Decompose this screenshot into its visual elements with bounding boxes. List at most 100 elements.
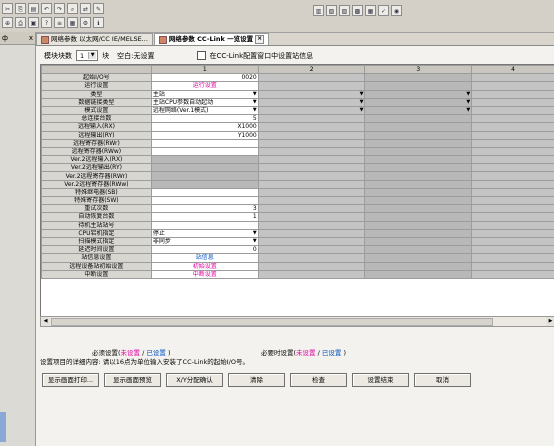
station-1-cell[interactable]: Y1000: [150, 130, 259, 140]
pin-icon[interactable]: ф: [2, 34, 8, 42]
station-info-checkbox[interactable]: [196, 51, 206, 60]
station-1-cell[interactable]: 远程网络(Ver.1模式) ▼: [150, 105, 259, 116]
station-1-cell[interactable]: [150, 220, 259, 230]
station-1-cell[interactable]: 运行设置: [150, 81, 259, 91]
undo-icon[interactable]: ↶: [41, 3, 52, 14]
cut-icon[interactable]: ✂: [2, 3, 13, 14]
station-1-cell[interactable]: 0: [150, 245, 259, 255]
check-icon[interactable]: ✓: [378, 5, 389, 16]
paste-icon[interactable]: ▤: [28, 3, 39, 14]
check-button[interactable]: 检查: [290, 373, 347, 387]
close-tab-icon[interactable]: ×: [255, 35, 265, 44]
zoom-icon[interactable]: ⊕: [2, 17, 13, 28]
table-row: 中断设置 中断设置: [41, 269, 554, 279]
scroll-right-icon[interactable]: ▶: [546, 317, 554, 326]
grid-icon[interactable]: ▦: [67, 17, 78, 28]
chevron-down-icon: ▼: [252, 238, 257, 245]
save-icon[interactable]: ▣: [28, 17, 39, 28]
station-1-cell[interactable]: [150, 187, 259, 198]
scroll-left-icon[interactable]: ◀: [41, 317, 50, 326]
clear-button[interactable]: 清除: [228, 373, 285, 387]
cell-dropdown[interactable]: 主站 ▼: [153, 91, 257, 97]
station-4-cell: [471, 261, 554, 271]
row-label: Ver.2远程输出(RY): [41, 163, 152, 173]
tab-cc-link-params[interactable]: 网络参数 CC-Link 一览设置 ×: [153, 33, 270, 45]
table-row: 待机主站站号: [41, 220, 554, 230]
column-header: 3: [364, 65, 473, 75]
station-1-cell[interactable]: 非同步 ▼: [150, 236, 259, 247]
station-1-cell[interactable]: 初始设置: [150, 261, 259, 271]
station-2-cell: [257, 253, 366, 263]
station-2-cell: ▼: [257, 97, 366, 107]
station-3-cell: [364, 253, 473, 263]
list-icon[interactable]: ≡: [54, 17, 65, 28]
tab-ethernet-params[interactable]: 网络参数 以太网/CC IE/MELSE...: [36, 33, 153, 45]
settings-done-button[interactable]: 设置结束: [352, 373, 409, 387]
station-1-cell[interactable]: 停止 ▼: [150, 228, 259, 238]
replace-icon[interactable]: ⇄: [80, 3, 91, 14]
station-1-cell[interactable]: X1000: [150, 122, 259, 132]
cell-dropdown[interactable]: ▼: [260, 107, 364, 113]
row-label: 远程输出(RY): [41, 130, 152, 140]
cell-dropdown[interactable]: 远程网络(Ver.1模式) ▼: [153, 107, 257, 113]
module-count-select[interactable]: 1 ▼: [76, 50, 99, 61]
table-row: Ver.2远程输出(RY): [41, 163, 554, 173]
table-row: 延迟时间设置 0: [41, 245, 554, 255]
ladder-icon[interactable]: ▥: [313, 5, 324, 16]
preview-screen-button[interactable]: 显示画面预览: [104, 373, 161, 387]
station-4-cell: [471, 155, 554, 165]
print-icon[interactable]: ⎙: [15, 17, 26, 28]
table-row: 站信息设置 站信息: [41, 253, 554, 263]
chevron-down-icon: ▼: [466, 98, 471, 105]
station-3-cell: [364, 269, 473, 279]
row-label: 特殊继电器(SB): [41, 187, 152, 198]
station-1-cell[interactable]: [150, 195, 259, 206]
cancel-button[interactable]: 取消: [414, 373, 471, 387]
table-row: 总连接台数 5: [41, 114, 554, 124]
help-icon[interactable]: ?: [41, 17, 52, 28]
cell-dropdown[interactable]: ▼: [366, 91, 470, 97]
station-1-cell[interactable]: 5: [150, 114, 259, 124]
chevron-down-icon: ▼: [252, 229, 257, 236]
device-icon[interactable]: ▨: [339, 5, 350, 16]
close-icon[interactable]: x: [29, 34, 33, 42]
row-label: 自动恢复台数: [41, 212, 152, 222]
cell-dropdown[interactable]: ▼: [366, 98, 471, 105]
find-icon[interactable]: ⌕: [67, 3, 78, 14]
station-1-cell[interactable]: 中断设置: [150, 269, 259, 279]
param-icon[interactable]: ▦: [365, 5, 376, 16]
station-2-cell: [257, 146, 366, 157]
network-icon[interactable]: ▩: [352, 5, 363, 16]
copy-icon[interactable]: ⎘: [15, 3, 26, 14]
station-1-cell[interactable]: 3: [150, 204, 259, 214]
comment-icon[interactable]: ✎: [93, 3, 104, 14]
cell-dropdown[interactable]: 主站CPU参数自动起动 ▼: [153, 99, 257, 105]
redo-icon[interactable]: ↷: [54, 3, 65, 14]
station-1-cell[interactable]: 站信息: [150, 253, 259, 263]
scrollbar-thumb[interactable]: [51, 318, 493, 326]
row-label: 扫描模式指定: [41, 236, 152, 247]
pane-splitter[interactable]: [0, 412, 6, 442]
cell-dropdown[interactable]: 停止 ▼: [153, 229, 257, 236]
io-icon[interactable]: ▧: [326, 5, 337, 16]
cell-dropdown[interactable]: ▼: [366, 107, 470, 113]
station-1-cell[interactable]: 0020: [150, 73, 259, 83]
toolbar-row-2: ⊕ ⎙ ▣? ≡ ▦ ⚙ ℹ: [2, 17, 104, 28]
xy-assignment-button[interactable]: X/Y分配确认: [166, 373, 223, 387]
horizontal-scrollbar[interactable]: ◀ ▶: [40, 316, 554, 327]
station-1-cell[interactable]: 主站CPU参数自动起动 ▼: [150, 97, 259, 107]
cell-dropdown[interactable]: 非同步 ▼: [153, 238, 257, 245]
station-2-cell: [257, 81, 366, 91]
settings-icon[interactable]: ⚙: [80, 17, 91, 28]
station-1-cell[interactable]: 主站 ▼: [150, 89, 259, 99]
station-1-cell[interactable]: [150, 138, 259, 148]
cell-dropdown[interactable]: ▼: [260, 91, 364, 97]
cell-dropdown[interactable]: ▼: [260, 99, 364, 105]
document-tab-bar: 网络参数 以太网/CC IE/MELSE... 网络参数 CC-Link 一览设…: [36, 33, 554, 46]
info-icon[interactable]: ℹ: [93, 17, 104, 28]
station-1-cell[interactable]: 1: [150, 212, 259, 222]
table-row: 特殊寄存器(SW): [41, 195, 554, 206]
monitor-icon[interactable]: ◉: [391, 5, 402, 16]
station-1-cell[interactable]: [150, 146, 259, 157]
print-screen-button[interactable]: 显示画面打印...: [42, 373, 99, 387]
